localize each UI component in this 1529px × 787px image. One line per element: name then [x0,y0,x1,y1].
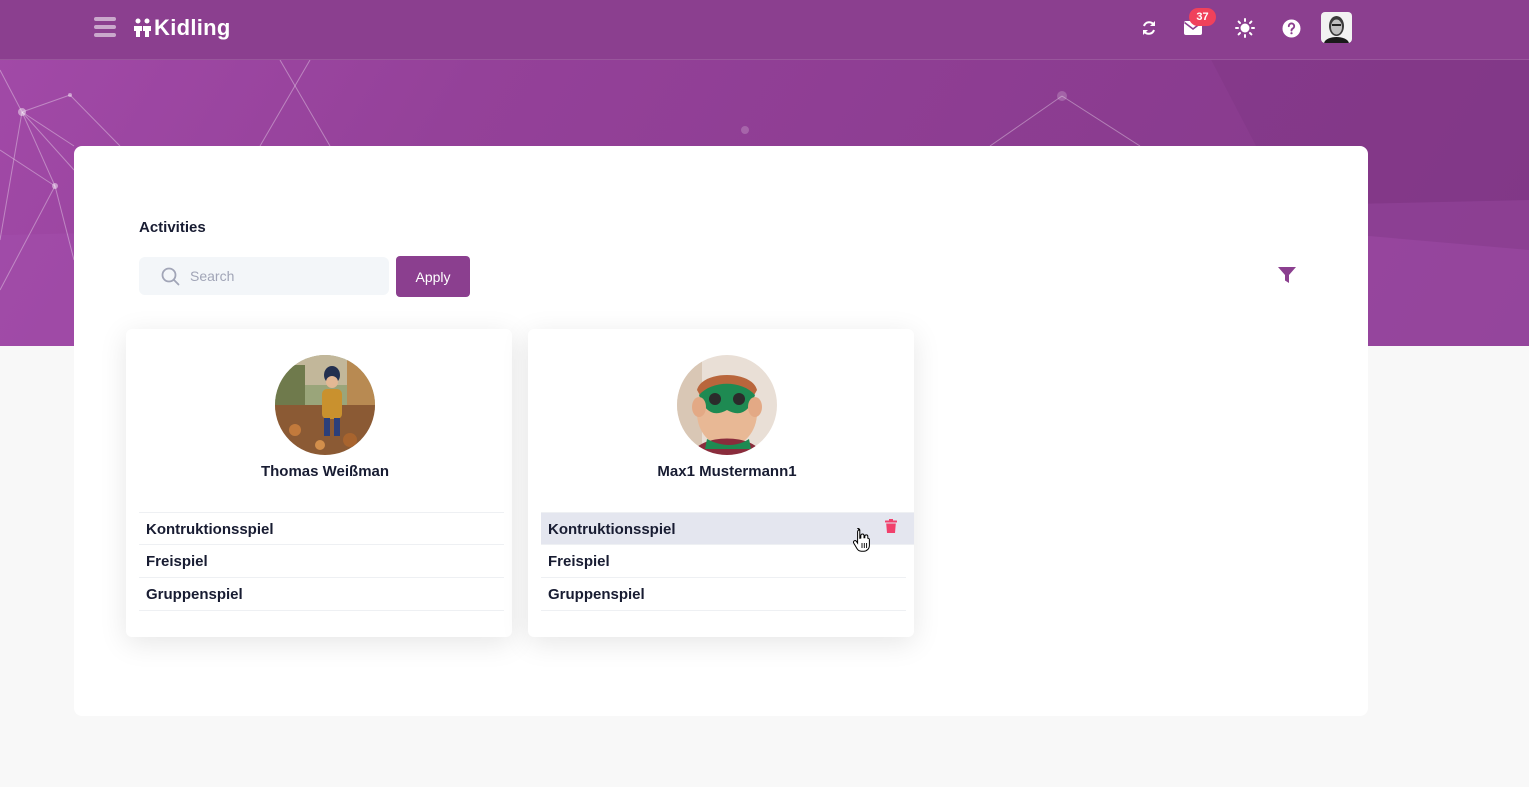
activity-item-hovered[interactable]: Kontruktionsspiel [541,512,914,545]
child-name: Thomas Weißman [260,463,390,480]
sync-icon[interactable] [1138,17,1160,39]
apply-button[interactable]: Apply [396,256,470,297]
child-photo [677,355,777,455]
sun-icon[interactable] [1234,17,1256,39]
activity-item[interactable]: Kontruktionsspiel [139,512,504,545]
activity-item[interactable]: Freispiel [139,545,504,578]
user-avatar[interactable] [1321,12,1352,43]
activity-item[interactable]: Gruppenspiel [139,578,504,611]
message-count-badge: 37 [1189,8,1216,26]
activity-list: Kontruktionsspiel Freispiel Gruppenspiel [139,512,504,611]
filter-icon[interactable] [1277,265,1297,285]
activity-list: Kontruktionsspiel Freispiel Gruppenspiel [541,512,914,611]
child-photo [275,355,375,455]
family-logo-icon [134,18,151,37]
search-field[interactable] [139,257,389,295]
search-icon [161,267,180,285]
app-name: Kidling [154,15,231,40]
activity-item[interactable]: Freispiel [541,545,906,578]
top-navigation-bar: Kidling 37 [0,0,1529,60]
help-icon[interactable] [1280,17,1302,39]
activity-label: Kontruktionsspiel [548,521,676,538]
child-name: Max1 Mustermann1 [657,463,797,480]
child-card: Max1 Mustermann1 Kontruktionsspiel Freis… [528,329,914,637]
page-title: Activities [139,219,206,236]
app-logo[interactable]: Kidling [134,14,231,42]
trash-icon[interactable] [885,519,897,533]
search-input[interactable] [190,268,370,284]
child-card: Thomas Weißman Kontruktionsspiel Freispi… [126,329,512,637]
menu-toggle-icon[interactable] [94,17,116,38]
activity-item[interactable]: Gruppenspiel [541,578,906,611]
